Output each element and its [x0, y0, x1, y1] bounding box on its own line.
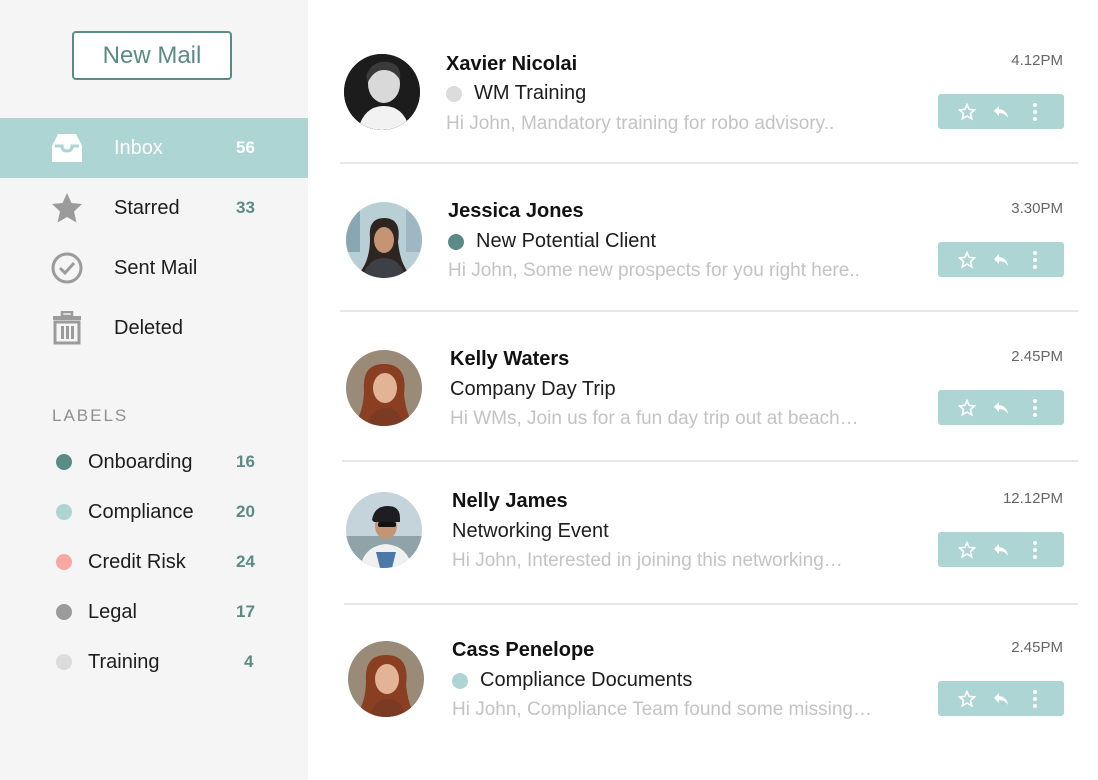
star-icon[interactable]: [955, 248, 979, 272]
label-name: Legal: [88, 600, 137, 623]
label-item-training[interactable]: Training 4: [0, 637, 308, 687]
mail-subject: Company Day Trip: [450, 378, 616, 400]
mail-actions: [938, 681, 1064, 716]
inbox-icon: [50, 131, 84, 165]
sidebar-item-label: Starred: [114, 196, 180, 219]
label-count: 24: [236, 552, 255, 571]
subject-row: Compliance Documents: [452, 669, 692, 692]
label-name: Compliance: [88, 500, 194, 523]
mail-row[interactable]: Jessica Jones New Potential Client Hi Jo…: [340, 164, 1078, 312]
mail-preview: Hi John, Interested in joining this netw…: [452, 550, 843, 571]
sender-name: Xavier Nicolai: [446, 53, 578, 75]
mail-row[interactable]: Nelly James Networking Event Hi John, In…: [344, 462, 1078, 605]
label-name: Credit Risk: [88, 550, 186, 573]
mail-actions: [938, 242, 1064, 277]
more-options-icon[interactable]: [1023, 248, 1047, 272]
star-icon[interactable]: [955, 538, 979, 562]
mail-time: 12.12PM: [1002, 490, 1063, 507]
star-icon[interactable]: [955, 100, 979, 124]
mail-row[interactable]: Xavier Nicolai WM Training Hi John, Mand…: [340, 33, 1078, 164]
sender-name: Cass Penelope: [452, 639, 595, 661]
label-count: 4: [244, 652, 254, 671]
label-color-dot: [56, 454, 72, 470]
sender-name: Nelly James: [452, 490, 568, 512]
more-options-icon[interactable]: [1023, 100, 1047, 124]
unread-count: 56: [236, 138, 255, 157]
more-options-icon[interactable]: [1023, 687, 1047, 711]
label-name: Training: [88, 650, 160, 673]
mail-time: 4.12PM: [1011, 52, 1063, 69]
sidebar: New Mail Inbox 56 Starred 33 Sent Mail D…: [0, 0, 308, 780]
reply-icon[interactable]: [989, 100, 1013, 124]
mail-preview: Hi WMs, Join us for a fun day trip out a…: [450, 408, 859, 429]
label-color-dot: [448, 233, 464, 250]
more-options-icon[interactable]: [1023, 538, 1047, 562]
mail-preview: Hi John, Some new prospects for you righ…: [448, 260, 860, 281]
star-icon: [50, 191, 84, 225]
mail-row[interactable]: Kelly Waters Company Day Trip Hi WMs, Jo…: [342, 312, 1078, 462]
mail-subject: Networking Event: [452, 520, 609, 542]
label-count: 20: [236, 502, 255, 521]
sidebar-item-starred[interactable]: Starred 33: [0, 178, 308, 238]
label-color-dot: [56, 604, 72, 620]
label-color-dot: [56, 654, 72, 670]
label-color-dot: [56, 554, 72, 570]
starred-count: 33: [236, 198, 255, 217]
subject-row: New Potential Client: [448, 230, 656, 253]
avatar: [344, 54, 420, 130]
mail-subject: WM Training: [474, 82, 587, 104]
star-icon[interactable]: [955, 687, 979, 711]
mail-actions: [938, 532, 1064, 567]
star-icon[interactable]: [955, 396, 979, 420]
mail-actions: [938, 94, 1064, 129]
subject-row: Company Day Trip: [450, 378, 616, 401]
label-item-credit-risk[interactable]: Credit Risk 24: [0, 537, 308, 587]
label-count: 16: [236, 452, 255, 471]
avatar: [346, 492, 422, 568]
label-count: 17: [236, 602, 255, 621]
mail-row[interactable]: Cass Penelope Compliance Documents Hi Jo…: [344, 605, 1078, 745]
label-color-dot: [56, 504, 72, 520]
mail-preview: Hi John, Mandatory training for robo adv…: [446, 113, 835, 134]
label-color-dot: [452, 672, 468, 689]
sender-name: Kelly Waters: [450, 348, 570, 370]
mail-time: 3.30PM: [1011, 200, 1063, 217]
sidebar-item-label: Sent Mail: [114, 256, 198, 279]
sidebar-item-label: Deleted: [114, 316, 183, 339]
sidebar-item-sent-mail[interactable]: Sent Mail: [0, 238, 308, 298]
label-name: Onboarding: [88, 450, 193, 473]
subject-row: Networking Event: [452, 520, 609, 543]
mail-actions: [938, 390, 1064, 425]
reply-icon[interactable]: [989, 687, 1013, 711]
label-color-dot: [446, 85, 462, 102]
more-options-icon[interactable]: [1023, 396, 1047, 420]
sidebar-item-label: Inbox: [114, 136, 163, 159]
mail-subject: New Potential Client: [476, 230, 657, 252]
reply-icon[interactable]: [989, 248, 1013, 272]
label-item-compliance[interactable]: Compliance 20: [0, 487, 308, 537]
label-item-onboarding[interactable]: Onboarding 16: [0, 437, 308, 487]
sidebar-item-deleted[interactable]: Deleted: [0, 298, 308, 358]
sidebar-item-inbox[interactable]: Inbox 56: [0, 118, 308, 178]
trash-icon: [50, 311, 84, 345]
reply-icon[interactable]: [989, 538, 1013, 562]
mail-subject: Compliance Documents: [480, 669, 693, 691]
new-mail-button[interactable]: New Mail: [72, 31, 232, 80]
labels-heading: LABELS: [52, 406, 129, 425]
sender-name: Jessica Jones: [448, 200, 584, 222]
mail-time: 2.45PM: [1011, 348, 1063, 365]
avatar: [346, 202, 422, 278]
avatar: [348, 641, 424, 717]
mail-preview: Hi John, Compliance Team found some miss…: [452, 699, 872, 720]
avatar: [346, 350, 422, 426]
label-item-legal[interactable]: Legal 17: [0, 587, 308, 637]
subject-row: WM Training: [446, 82, 586, 105]
check-circle-icon: [50, 251, 84, 285]
mail-time: 2.45PM: [1011, 639, 1063, 656]
reply-icon[interactable]: [989, 396, 1013, 420]
